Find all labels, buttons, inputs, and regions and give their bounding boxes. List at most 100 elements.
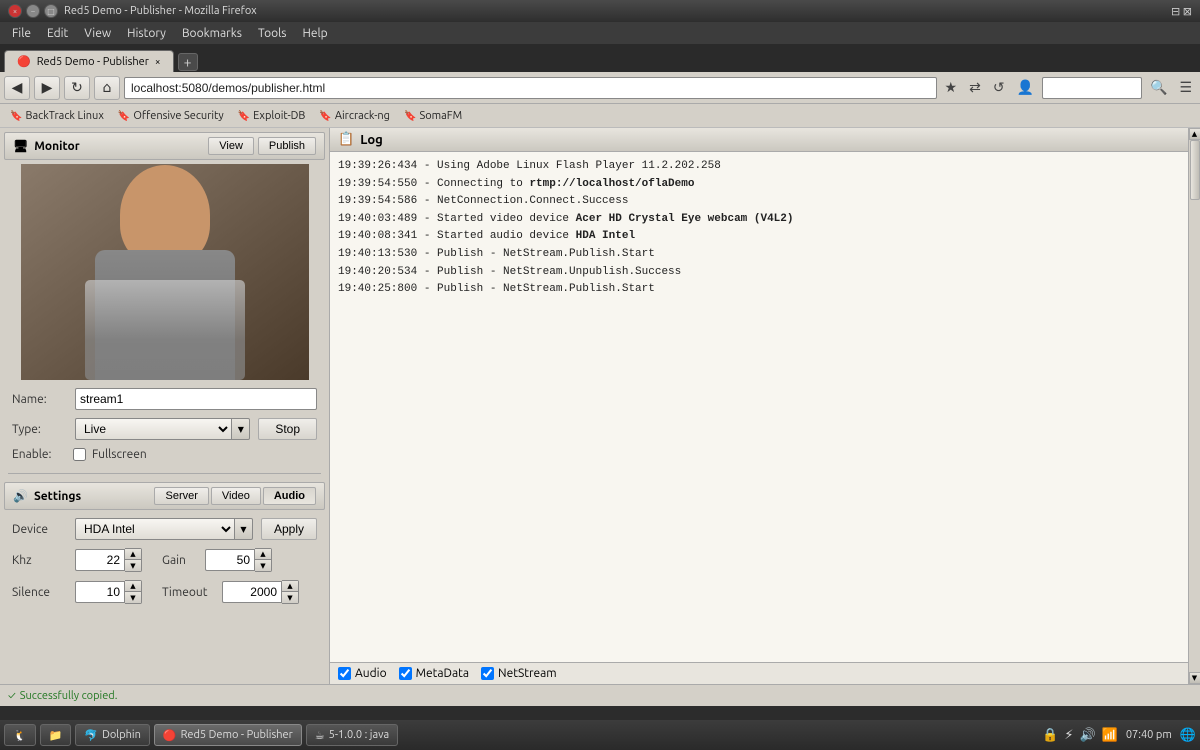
silence-down-btn[interactable]: ▼ <box>125 592 141 603</box>
name-input[interactable] <box>75 388 317 410</box>
dolphin-icon: 🐬 <box>84 729 98 742</box>
silence-up-btn[interactable]: ▲ <box>125 581 141 592</box>
reload-icon[interactable]: ↺ <box>989 77 1009 98</box>
type-label: Type: <box>12 423 67 436</box>
timeout-input[interactable] <box>222 581 282 603</box>
audio-tab[interactable]: Audio <box>263 487 316 505</box>
khz-spinner: ▲ ▼ <box>75 548 142 572</box>
firefox-menu-icon[interactable]: ☰ <box>1175 77 1196 98</box>
khz-input[interactable] <box>75 549 125 571</box>
silence-input[interactable] <box>75 581 125 603</box>
menu-edit[interactable]: Edit <box>39 25 76 42</box>
taskbar-power-icon[interactable]: ⚡ <box>1064 728 1073 743</box>
log-metadata-checkbox[interactable]: MetaData <box>399 667 469 680</box>
main-layout: 🖥 Monitor View Publish Name: <box>0 128 1200 684</box>
taskbar-system-icon[interactable]: 🐧 <box>4 724 36 746</box>
search-icon[interactable]: 🔍 <box>1146 77 1171 98</box>
timeout-down-btn[interactable]: ▼ <box>282 592 298 603</box>
metadata-checkbox-input[interactable] <box>399 667 412 680</box>
taskbar-lock-icon[interactable]: 🔒 <box>1042 728 1058 743</box>
webcam-preview <box>21 164 309 380</box>
log-entry: 19:39:26:434 - Using Adobe Linux Flash P… <box>338 158 1180 176</box>
device-select-arrow[interactable]: ▼ <box>235 518 253 540</box>
type-select-wrapper: Live Record Append ▼ <box>75 418 250 440</box>
menu-file[interactable]: File <box>4 25 39 42</box>
device-select[interactable]: HDA Intel <box>75 518 235 540</box>
view-button[interactable]: View <box>208 137 254 155</box>
taskbar-network-icon[interactable]: 📶 <box>1102 728 1118 743</box>
scrollbar-thumb[interactable] <box>1190 140 1200 200</box>
scroll-up-btn[interactable]: ▲ <box>1189 128 1200 140</box>
google-account-icon[interactable]: 👤 <box>1013 77 1038 98</box>
bookmark-aircrack-label: Aircrack-ng <box>335 110 390 122</box>
menu-history[interactable]: History <box>119 25 174 42</box>
reload-button[interactable]: ↻ <box>64 76 90 100</box>
publish-button[interactable]: Publish <box>258 137 316 155</box>
taskbar-volume-icon[interactable]: 🔊 <box>1079 728 1095 743</box>
search-input[interactable] <box>1042 77 1142 99</box>
menu-bookmarks[interactable]: Bookmarks <box>174 25 250 42</box>
taskbar-folder-icon: 📁 <box>49 729 63 742</box>
log-audio-checkbox[interactable]: Audio <box>338 667 387 680</box>
server-tab[interactable]: Server <box>154 487 208 505</box>
log-content[interactable]: 19:39:26:434 - Using Adobe Linux Flash P… <box>330 152 1188 662</box>
apply-button[interactable]: Apply <box>261 518 317 540</box>
menu-view[interactable]: View <box>76 25 119 42</box>
gain-input[interactable] <box>205 549 255 571</box>
bookmark-star-icon[interactable]: ★ <box>941 77 962 98</box>
settings-section: 🔊 Settings Server Video Audio Device HDA… <box>0 478 329 612</box>
offensive-icon: 🔖 <box>118 110 130 122</box>
back-button[interactable]: ◀ <box>4 76 30 100</box>
stop-button[interactable]: Stop <box>258 418 317 440</box>
audio-checkbox-input[interactable] <box>338 667 351 680</box>
scrollbar-track[interactable] <box>1189 140 1200 672</box>
bookmark-aircrack[interactable]: 🔖 Aircrack-ng <box>313 108 396 124</box>
browser-tab[interactable]: 🔴 Red5 Demo - Publisher × <box>4 50 174 72</box>
log-netstream-checkbox[interactable]: NetStream <box>481 667 557 680</box>
type-select[interactable]: Live Record Append <box>75 418 232 440</box>
taskbar-dolphin[interactable]: 🐬 Dolphin <box>75 724 149 746</box>
monitor-buttons: View Publish <box>208 137 316 155</box>
url-bar[interactable] <box>124 77 937 99</box>
minimize-btn[interactable]: − <box>26 4 40 18</box>
status-check-icon: ✓ <box>8 690 16 702</box>
audio-checkbox-label: Audio <box>355 667 387 680</box>
bookmark-offensive[interactable]: 🔖 Offensive Security <box>112 108 230 124</box>
taskbar-files-icon[interactable]: 📁 <box>40 724 72 746</box>
bookmark-backtrack[interactable]: 🔖 BackTrack Linux <box>4 108 110 124</box>
bookmark-backtrack-label: BackTrack Linux <box>25 110 103 122</box>
netstream-checkbox-input[interactable] <box>481 667 494 680</box>
forward-button[interactable]: ▶ <box>34 76 60 100</box>
bookmarks-bar: 🔖 BackTrack Linux 🔖 Offensive Security 🔖… <box>0 104 1200 128</box>
video-tab[interactable]: Video <box>211 487 261 505</box>
maximize-btn[interactable]: □ <box>44 4 58 18</box>
menu-tools[interactable]: Tools <box>250 25 295 42</box>
taskbar-java[interactable]: ☕ 5-1.0.0 : java <box>306 724 398 746</box>
fullscreen-checkbox[interactable] <box>73 448 86 461</box>
bookmark-manage-icon[interactable]: ⇄ <box>965 77 985 98</box>
gain-up-btn[interactable]: ▲ <box>255 549 271 560</box>
log-entry: 19:40:03:489 - Started video device Acer… <box>338 211 1180 229</box>
window-controls-icon: ⊟ ⊠ <box>1171 5 1192 18</box>
bookmark-exploitdb[interactable]: 🔖 Exploit-DB <box>232 108 312 124</box>
home-button[interactable]: ⌂ <box>94 76 120 100</box>
settings-title-label: Settings <box>34 490 81 503</box>
tab-close-icon[interactable]: × <box>155 56 161 67</box>
right-scrollbar[interactable]: ▲ ▼ <box>1188 128 1200 684</box>
timeout-up-btn[interactable]: ▲ <box>282 581 298 592</box>
menu-help[interactable]: Help <box>295 25 336 42</box>
enable-label: Enable: <box>12 448 67 461</box>
scroll-down-btn[interactable]: ▼ <box>1189 672 1200 684</box>
bookmark-somafm[interactable]: 🔖 SomaFM <box>398 108 468 124</box>
silence-spinner: ▲ ▼ <box>75 580 142 604</box>
close-btn[interactable]: × <box>8 4 22 18</box>
taskbar-globe-icon[interactable]: 🌐 <box>1180 728 1196 743</box>
khz-up-btn[interactable]: ▲ <box>125 549 141 560</box>
new-tab-button[interactable]: + <box>178 53 198 71</box>
khz-gain-row: Khz ▲ ▼ Gain ▲ ▼ <box>4 544 325 576</box>
taskbar-right: 🔒 ⚡ 🔊 📶 07:40 pm 🌐 <box>1042 728 1196 743</box>
taskbar-red5[interactable]: 🔴 Red5 Demo - Publisher <box>154 724 302 746</box>
type-select-arrow[interactable]: ▼ <box>232 418 250 440</box>
khz-down-btn[interactable]: ▼ <box>125 560 141 571</box>
gain-down-btn[interactable]: ▼ <box>255 560 271 571</box>
